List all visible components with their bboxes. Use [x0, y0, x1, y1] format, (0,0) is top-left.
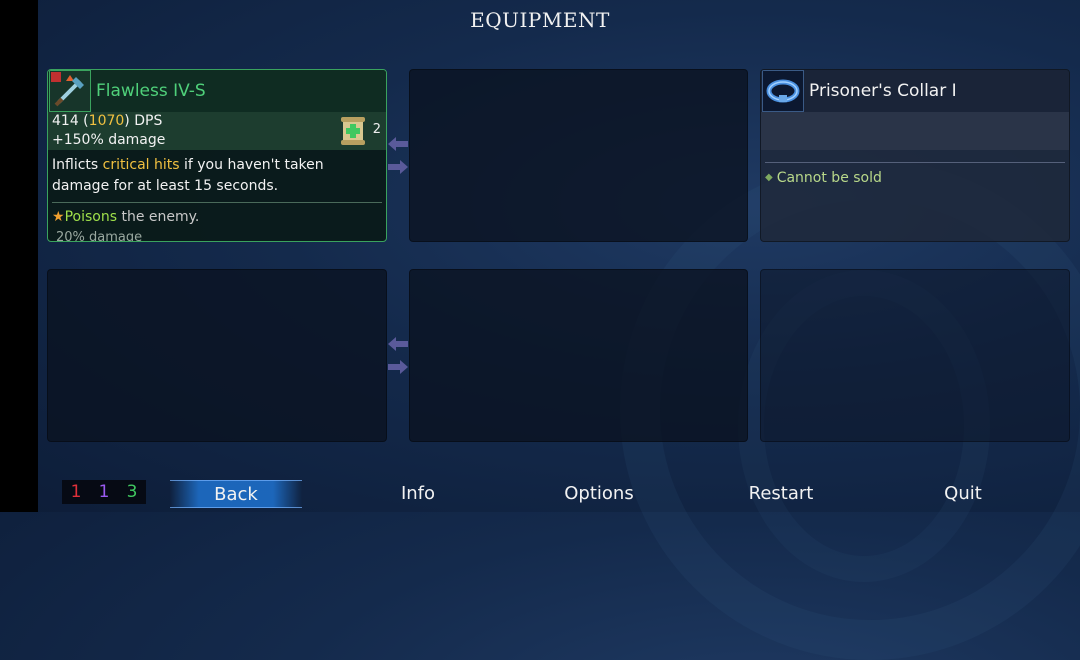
- info-button[interactable]: Info: [378, 480, 458, 506]
- empty-slot-bottom-middle[interactable]: [409, 269, 748, 442]
- diamond-bullet-icon: ◆: [765, 172, 773, 183]
- back-button[interactable]: Back: [170, 480, 302, 508]
- desc-keyword: critical hits: [102, 157, 180, 173]
- empty-slot-bottom-right[interactable]: [760, 269, 1070, 442]
- swap-arrows-top[interactable]: [386, 134, 410, 178]
- loadout-count-green: 3: [126, 482, 138, 502]
- empty-slot-top-middle[interactable]: [409, 69, 748, 242]
- options-button[interactable]: Options: [554, 480, 644, 506]
- bottom-menu-bar: 1 1 3 Back Info Options Restart Quit: [38, 472, 1080, 512]
- loadout-indicator: 1 1 3: [62, 480, 146, 504]
- weapon-description: Inflicts critical hits if you haven't ta…: [48, 150, 386, 197]
- mod-text: the enemy.: [121, 209, 200, 225]
- weapon-stats: 414 (1070) DPS +150% damage 2: [48, 112, 386, 150]
- weapon-slot-card[interactable]: Flawless IV-S 414 (1070) DPS +150% damag…: [47, 69, 387, 242]
- star-icon: ★: [52, 209, 65, 225]
- weapon-dps-base: 414: [52, 113, 79, 129]
- page-title: EQUIPMENT: [470, 8, 610, 32]
- collar-icon: [762, 70, 804, 112]
- swap-arrows-bottom[interactable]: [386, 334, 410, 378]
- loadout-count-purple: 1: [98, 482, 110, 502]
- weapon-icon: [49, 70, 91, 112]
- desc-prefix: Inflicts: [52, 157, 99, 173]
- amulet-slot-card[interactable]: Prisoner's Collar I ◆ Cannot be sold: [760, 69, 1070, 242]
- scroll-icon: [340, 116, 366, 146]
- scroll-count: 2: [372, 122, 381, 137]
- swap-arrows-icon: [388, 137, 408, 174]
- weapon-substat: 20% damage: [56, 230, 143, 242]
- loadout-count-red: 1: [70, 482, 82, 502]
- amulet-stat-band: [761, 112, 1069, 150]
- amulet-note: ◆ Cannot be sold: [761, 163, 1069, 186]
- empty-slot-bottom-left[interactable]: [47, 269, 387, 442]
- weapon-name: Flawless IV-S: [96, 81, 206, 101]
- mod-name: Poisons: [64, 209, 117, 225]
- weapon-bonus: +150% damage: [52, 132, 166, 148]
- swap-arrows-icon: [388, 337, 408, 374]
- amulet-header: Prisoner's Collar I: [761, 70, 1069, 112]
- left-edge-bar: [0, 0, 38, 512]
- weapon-dps-label: DPS: [134, 113, 163, 129]
- weapon-header: Flawless IV-S: [48, 70, 386, 112]
- amulet-name: Prisoner's Collar I: [809, 81, 957, 101]
- quit-button[interactable]: Quit: [928, 480, 998, 506]
- restart-button[interactable]: Restart: [736, 480, 826, 506]
- weapon-dps-line: 414 (1070) DPS: [52, 113, 163, 129]
- weapon-dps-alt: 1070: [88, 113, 125, 129]
- weapon-mod: ★Poisons the enemy.: [48, 203, 386, 226]
- amulet-note-text: Cannot be sold: [776, 170, 882, 186]
